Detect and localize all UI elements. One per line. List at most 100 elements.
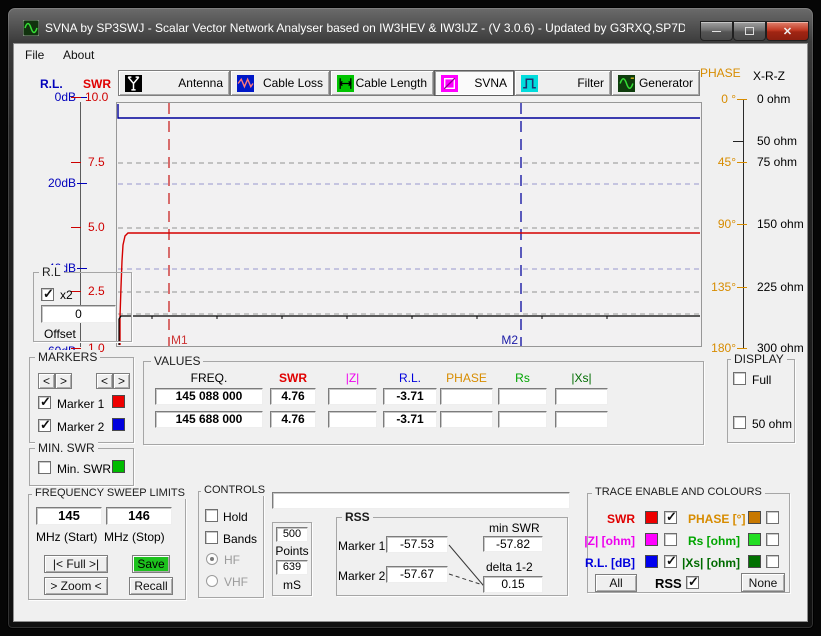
trace-none-button[interactable]: None	[741, 573, 785, 592]
toolbar-button-svna[interactable]: SVNA	[434, 70, 514, 96]
marker1-swr-value: 4.76	[270, 388, 316, 405]
toolbar-button-filter[interactable]: Filter	[514, 70, 611, 96]
marker2-next-button[interactable]: >	[113, 373, 130, 389]
rl-axis-header: R.L.	[40, 77, 63, 91]
min-swr-title: MIN. SWR	[35, 441, 98, 455]
trace-xs-label: |Xs| [ohm]	[682, 556, 740, 570]
marker2-checkbox[interactable]	[38, 419, 51, 432]
swr-tickmark	[71, 162, 81, 163]
trace-xs-checkbox[interactable]	[766, 555, 779, 568]
display-full-checkbox[interactable]	[733, 372, 746, 385]
display-50ohm-checkbox[interactable]	[733, 416, 746, 429]
rss-marker1-value: -57.53	[386, 536, 448, 553]
maximize-button[interactable]	[733, 21, 766, 41]
cable-loss-icon	[237, 75, 254, 92]
full-span-button[interactable]: |< Full >|	[44, 555, 108, 573]
toolbar-button-antenna[interactable]: Antenna	[118, 70, 230, 96]
rl-tick-20db: 20dB	[34, 176, 76, 190]
trace-swr-checkbox[interactable]	[664, 511, 677, 524]
x2-checkbox[interactable]	[41, 288, 54, 301]
offset-label: Offset	[44, 327, 76, 341]
sweep-start-input[interactable]: 145	[36, 507, 102, 525]
marker2-color-swatch[interactable]	[112, 418, 125, 431]
swr-tickmark	[71, 348, 81, 349]
phase-tickmark	[737, 99, 747, 100]
rss-title: RSS	[342, 510, 373, 524]
toolbar-button-cable-loss[interactable]: Cable Loss	[230, 70, 330, 96]
trace-z-checkbox[interactable]	[664, 533, 677, 546]
hold-label: Hold	[223, 510, 248, 524]
trace-swr-swatch[interactable]	[645, 511, 658, 524]
minimize-button[interactable]: —	[700, 21, 733, 41]
hf-radio[interactable]	[206, 553, 218, 565]
points-label: Points	[272, 544, 312, 558]
trace-rl-checkbox[interactable]	[664, 555, 677, 568]
recall-button[interactable]: Recall	[129, 577, 173, 595]
menu-file[interactable]: File	[20, 47, 49, 64]
min-swr-color-swatch[interactable]	[112, 460, 125, 473]
marker1-rl-value: -3.71	[383, 388, 437, 405]
marker1-checkbox[interactable]	[38, 396, 51, 409]
marker2-prev-button[interactable]: <	[96, 373, 113, 389]
screen: SVNA by SP3SWJ - Scalar Vector Network A…	[0, 0, 821, 636]
rl-offset-title: R.L	[39, 265, 64, 279]
trace-phase-swatch[interactable]	[748, 511, 761, 524]
message-input[interactable]	[272, 492, 570, 509]
phase-tickmark	[737, 224, 747, 225]
trace-z-swatch[interactable]	[645, 533, 658, 546]
menu-about[interactable]: About	[58, 47, 99, 64]
vhf-radio[interactable]	[206, 575, 218, 587]
trace-phase-checkbox[interactable]	[766, 511, 779, 524]
xrz-tick-0: 0 ohm	[757, 92, 790, 106]
marker1-next-button[interactable]: >	[55, 373, 72, 389]
values-header-z: |Z|	[328, 371, 377, 385]
trace-swr-label: SWR	[590, 512, 635, 526]
marker1-freq-value: 145 088 000	[155, 388, 263, 405]
marker2-swr-value: 4.76	[270, 411, 316, 428]
bands-checkbox[interactable]	[205, 531, 218, 544]
close-button[interactable]: ✕	[766, 21, 809, 41]
min-swr-label: Min. SWR	[57, 462, 111, 476]
filter-icon	[521, 75, 538, 92]
phase-tick-45: 45°	[702, 155, 736, 169]
swr-axis-header: SWR	[83, 77, 111, 91]
min-swr-checkbox[interactable]	[38, 461, 51, 474]
values-header-freq: FREQ.	[155, 371, 263, 385]
trace-title: TRACE ENABLE AND COLOURS	[592, 486, 765, 498]
rl-tickmark	[77, 268, 87, 269]
rss-delta-value: 0.15	[483, 576, 543, 593]
trace-rs-checkbox[interactable]	[766, 533, 779, 546]
marker1-prev-button[interactable]: <	[38, 373, 55, 389]
sweep-stop-input[interactable]: 146	[106, 507, 172, 525]
offset-input[interactable]: 0	[41, 305, 116, 323]
values-header-swr: SWR	[270, 371, 316, 385]
toolbar-label: Antenna	[178, 76, 223, 90]
chart-plot-area[interactable]	[116, 102, 702, 347]
trace-all-button[interactable]: All	[595, 574, 637, 592]
window-title: SVNA by SP3SWJ - Scalar Vector Network A…	[45, 21, 685, 35]
phase-tick-135: 135°	[702, 280, 736, 294]
zoom-span-button[interactable]: > Zoom <	[44, 577, 108, 595]
marker1-label: Marker 1	[57, 397, 104, 411]
marker1-phase-value	[440, 388, 493, 405]
marker2-chart-label: M2	[496, 333, 518, 347]
values-title: VALUES	[151, 354, 203, 368]
trace-rs-swatch[interactable]	[748, 533, 761, 546]
hold-checkbox[interactable]	[205, 509, 218, 522]
phase-tickmark	[737, 287, 747, 288]
values-header-xs: |Xs|	[555, 371, 608, 385]
rss-delta-connector	[448, 543, 484, 591]
swr-tick-7-5: 7.5	[88, 155, 105, 169]
save-button[interactable]: Save	[132, 555, 170, 573]
toolbar-button-generator[interactable]: Generator	[611, 70, 700, 96]
trace-phase-label: PHASE [°]	[688, 512, 740, 526]
trace-rl-swatch[interactable]	[645, 555, 658, 568]
maximize-icon	[745, 27, 754, 35]
close-icon: ✕	[783, 25, 792, 38]
marker1-rs-value	[498, 388, 547, 405]
trace-rss-checkbox[interactable]	[686, 576, 699, 589]
marker1-color-swatch[interactable]	[112, 395, 125, 408]
sweep-start-label: MHz (Start)	[36, 530, 97, 544]
toolbar-button-cable-length[interactable]: Cable Length	[330, 70, 434, 96]
trace-xs-swatch[interactable]	[748, 555, 761, 568]
